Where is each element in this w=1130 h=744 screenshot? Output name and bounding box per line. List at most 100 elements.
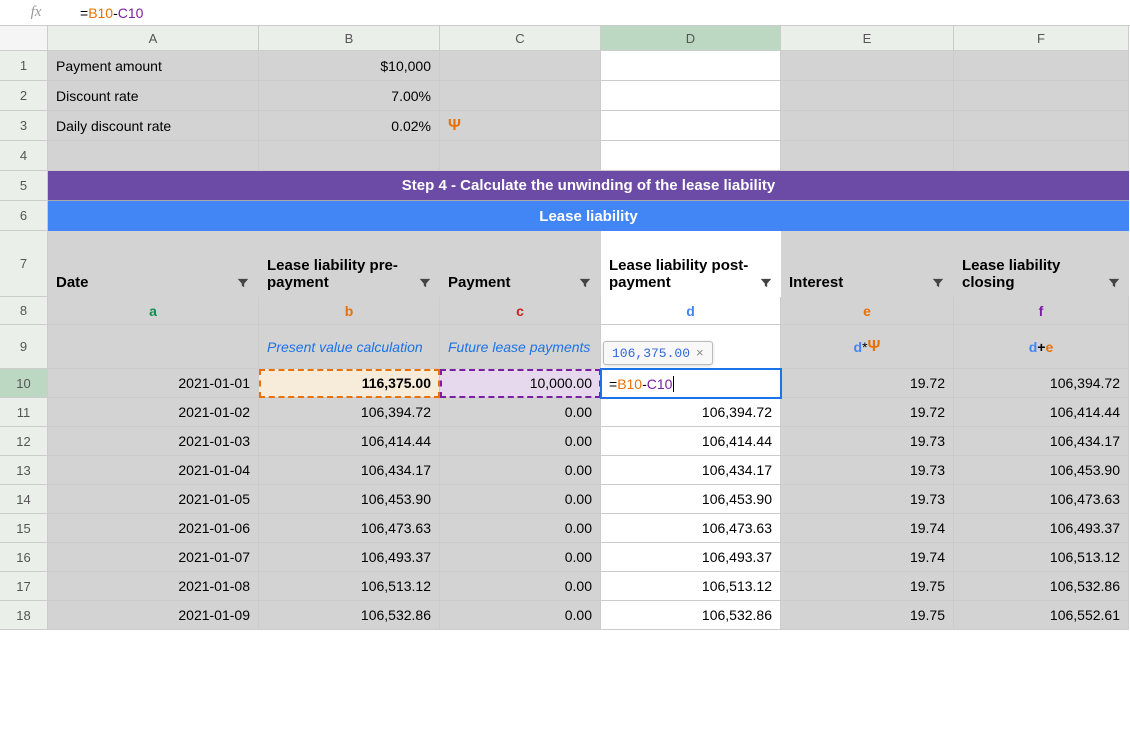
col-C[interactable]: C: [440, 26, 601, 51]
row-14[interactable]: 14: [0, 485, 48, 514]
filter-icon[interactable]: [1106, 275, 1121, 291]
cell-F11[interactable]: 106,414.44: [954, 398, 1129, 427]
cell-A3[interactable]: Daily discount rate: [48, 111, 259, 141]
cell-F17[interactable]: 106,532.86: [954, 572, 1129, 601]
cell-C4[interactable]: [440, 141, 601, 171]
cell-E18[interactable]: 19.75: [781, 601, 954, 630]
cell-E16[interactable]: 19.74: [781, 543, 954, 572]
header-interest[interactable]: Interest: [781, 231, 954, 297]
cell-A11[interactable]: 2021-01-02: [48, 398, 259, 427]
cell-D17[interactable]: 106,513.12: [601, 572, 781, 601]
cell-F13[interactable]: 106,453.90: [954, 456, 1129, 485]
cell-C13[interactable]: 0.00: [440, 456, 601, 485]
row-10[interactable]: 10: [0, 369, 48, 398]
col-A[interactable]: A: [48, 26, 259, 51]
row-7[interactable]: 7: [0, 231, 48, 297]
cell-B9[interactable]: Present value calculation: [259, 325, 440, 369]
cell-B3[interactable]: 0.02%: [259, 111, 440, 141]
cell-E13[interactable]: 19.73: [781, 456, 954, 485]
cell-D4[interactable]: [601, 141, 781, 171]
cell-B13[interactable]: 106,434.17: [259, 456, 440, 485]
filter-icon[interactable]: [418, 275, 432, 291]
cell-E2[interactable]: [781, 81, 954, 111]
cell-B18[interactable]: 106,532.86: [259, 601, 440, 630]
cell-C11[interactable]: 0.00: [440, 398, 601, 427]
cell-E8[interactable]: e: [781, 297, 954, 325]
cell-D10-editing[interactable]: 106,375.00× =B10-C10: [601, 369, 781, 398]
cell-D14[interactable]: 106,453.90: [601, 485, 781, 514]
header-payment[interactable]: Payment: [440, 231, 601, 297]
header-closing[interactable]: Lease liability closing: [954, 231, 1129, 297]
cell-F1[interactable]: [954, 51, 1129, 81]
cell-F12[interactable]: 106,434.17: [954, 427, 1129, 456]
row-17[interactable]: 17: [0, 572, 48, 601]
row-5[interactable]: 5: [0, 171, 48, 201]
row-1[interactable]: 1: [0, 51, 48, 81]
cell-D8[interactable]: d: [601, 297, 781, 325]
cell-F18[interactable]: 106,552.61: [954, 601, 1129, 630]
row-4[interactable]: 4: [0, 141, 48, 171]
row-2[interactable]: 2: [0, 81, 48, 111]
row-6[interactable]: 6: [0, 201, 48, 231]
cell-E17[interactable]: 19.75: [781, 572, 954, 601]
cell-D3[interactable]: [601, 111, 781, 141]
row-18[interactable]: 18: [0, 601, 48, 630]
cell-E11[interactable]: 19.72: [781, 398, 954, 427]
filter-icon[interactable]: [930, 275, 946, 291]
row-13[interactable]: 13: [0, 456, 48, 485]
cell-C9[interactable]: Future lease payments: [440, 325, 601, 369]
cell-D16[interactable]: 106,493.37: [601, 543, 781, 572]
cell-A8[interactable]: a: [48, 297, 259, 325]
cell-A2[interactable]: Discount rate: [48, 81, 259, 111]
row-11[interactable]: 11: [0, 398, 48, 427]
cell-E1[interactable]: [781, 51, 954, 81]
row-12[interactable]: 12: [0, 427, 48, 456]
cell-A1[interactable]: Payment amount: [48, 51, 259, 81]
col-B[interactable]: B: [259, 26, 440, 51]
lease-header[interactable]: Lease liability: [48, 201, 1129, 231]
cell-C16[interactable]: 0.00: [440, 543, 601, 572]
cell-A16[interactable]: 2021-01-07: [48, 543, 259, 572]
cell-E14[interactable]: 19.73: [781, 485, 954, 514]
col-E[interactable]: E: [781, 26, 954, 51]
cell-B8[interactable]: b: [259, 297, 440, 325]
row-3[interactable]: 3: [0, 111, 48, 141]
cell-E12[interactable]: 19.73: [781, 427, 954, 456]
cell-A14[interactable]: 2021-01-05: [48, 485, 259, 514]
cell-D13[interactable]: 106,434.17: [601, 456, 781, 485]
cell-C12[interactable]: 0.00: [440, 427, 601, 456]
cell-D15[interactable]: 106,473.63: [601, 514, 781, 543]
cell-C14[interactable]: 0.00: [440, 485, 601, 514]
cell-F3[interactable]: [954, 111, 1129, 141]
step-header[interactable]: Step 4 - Calculate the unwinding of the …: [48, 171, 1129, 201]
cell-C2[interactable]: [440, 81, 601, 111]
formula-input[interactable]: =B10-C10: [72, 5, 143, 21]
cell-A15[interactable]: 2021-01-06: [48, 514, 259, 543]
cell-A4[interactable]: [48, 141, 259, 171]
cell-C15[interactable]: 0.00: [440, 514, 601, 543]
cell-F15[interactable]: 106,493.37: [954, 514, 1129, 543]
cell-F9[interactable]: d + e: [954, 325, 1129, 369]
header-post[interactable]: Lease liability post-payment: [601, 231, 781, 297]
cell-E10[interactable]: 19.72: [781, 369, 954, 398]
filter-icon[interactable]: [577, 275, 593, 291]
cell-C17[interactable]: 0.00: [440, 572, 601, 601]
cell-A17[interactable]: 2021-01-08: [48, 572, 259, 601]
cell-F10[interactable]: 106,394.72: [954, 369, 1129, 398]
cell-C1[interactable]: [440, 51, 601, 81]
col-F[interactable]: F: [954, 26, 1129, 51]
row-15[interactable]: 15: [0, 514, 48, 543]
cell-F2[interactable]: [954, 81, 1129, 111]
cell-B11[interactable]: 106,394.72: [259, 398, 440, 427]
cell-B14[interactable]: 106,453.90: [259, 485, 440, 514]
cell-D2[interactable]: [601, 81, 781, 111]
row-8[interactable]: 8: [0, 297, 48, 325]
cell-F16[interactable]: 106,513.12: [954, 543, 1129, 572]
cell-B15[interactable]: 106,473.63: [259, 514, 440, 543]
cell-B4[interactable]: [259, 141, 440, 171]
cell-C8[interactable]: c: [440, 297, 601, 325]
cell-F4[interactable]: [954, 141, 1129, 171]
filter-icon[interactable]: [759, 275, 773, 291]
cell-D18[interactable]: 106,532.86: [601, 601, 781, 630]
cell-B2[interactable]: 7.00%: [259, 81, 440, 111]
